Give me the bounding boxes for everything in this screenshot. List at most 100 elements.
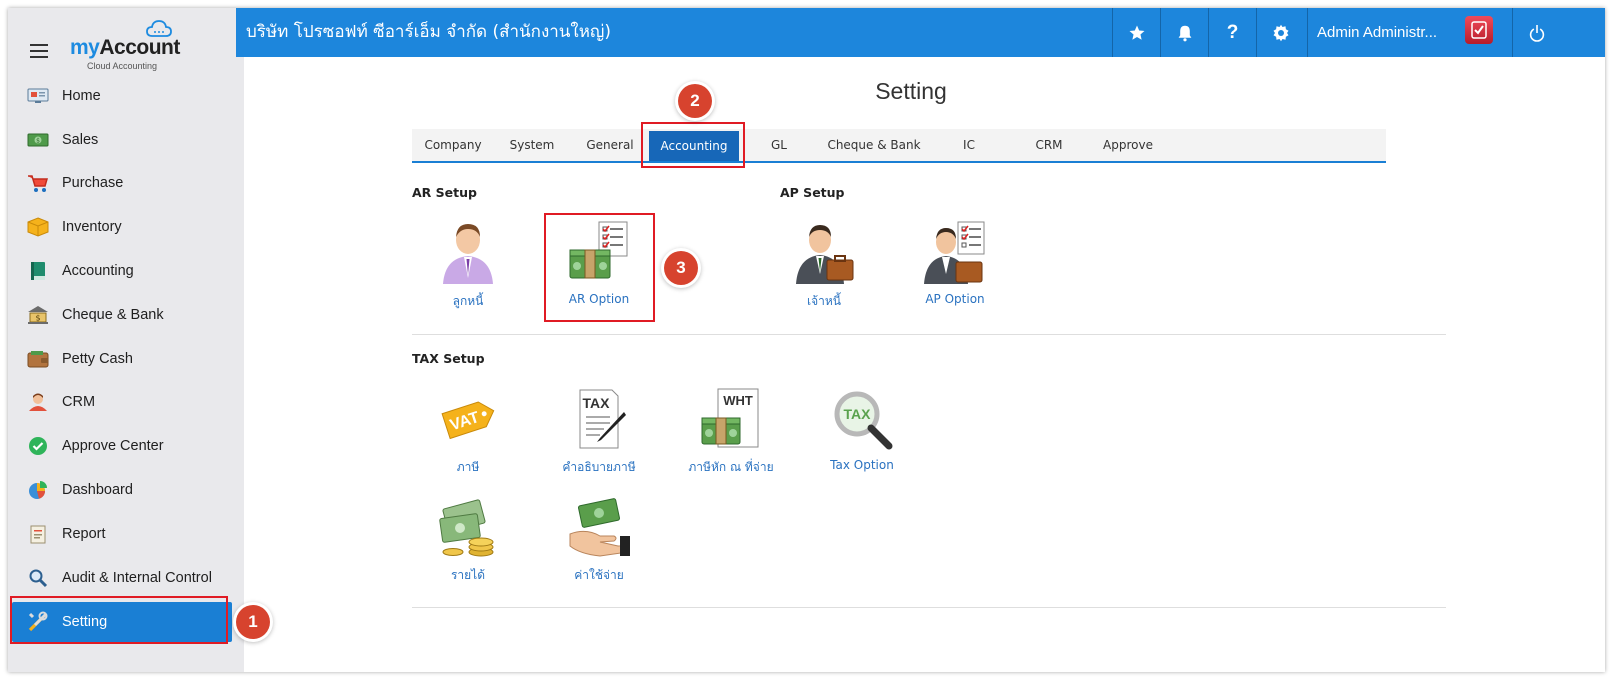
supplier-checklist-icon: [920, 218, 990, 288]
tax-vat-option[interactable]: VAT ภาษี: [413, 384, 523, 477]
favorite-button[interactable]: [1112, 8, 1160, 57]
bell-icon: [1178, 25, 1191, 41]
sidebar-item-inventory[interactable]: Inventory: [8, 205, 244, 249]
expense-option[interactable]: ค่าใช้จ่าย: [544, 492, 654, 585]
cart-icon: [26, 172, 50, 194]
vat-tag-icon: VAT: [433, 384, 503, 454]
step-badge-2: 2: [678, 84, 712, 118]
company-name: บริษัท โปรซอฟท์ ซีอาร์เอ็ม จำกัด (สำนักง…: [246, 22, 612, 42]
section-divider: [412, 334, 1446, 335]
option-label: ภาษี: [456, 460, 480, 474]
customer-person-icon: [433, 218, 503, 288]
tab-company[interactable]: Company: [412, 129, 494, 161]
option-label: เจ้าหนี้: [807, 294, 841, 308]
sidebar-item-label: CRM: [62, 394, 96, 411]
tab-crm[interactable]: CRM: [1009, 129, 1089, 161]
shield-check-icon: [1471, 21, 1487, 39]
settings-tabs: Company System General Accounting GL Che…: [412, 129, 1386, 163]
power-icon: [1529, 24, 1544, 42]
option-label: รายได้: [450, 568, 486, 582]
tab-general[interactable]: General: [570, 129, 650, 161]
highlight-ar-option: [544, 213, 655, 322]
ar-setup-heading: AR Setup: [412, 185, 477, 200]
option-label: AP Option: [925, 292, 985, 306]
sidebar-item-report[interactable]: Report: [8, 512, 244, 556]
tab-system[interactable]: System: [494, 129, 570, 161]
notification-button[interactable]: [1160, 8, 1208, 57]
sidebar-item-approve-center[interactable]: Approve Center: [8, 424, 244, 468]
tab-gl[interactable]: GL: [739, 129, 819, 161]
user-name: Admin Administr...: [1317, 24, 1438, 41]
hamburger-menu-icon[interactable]: [30, 44, 48, 58]
section-divider: [412, 607, 1446, 608]
sidebar-item-home[interactable]: Home: [8, 74, 244, 118]
option-label: Tax Option: [830, 458, 894, 472]
ar-customer-option[interactable]: ลูกหนี้: [413, 218, 523, 311]
highlight-setting: [10, 596, 228, 644]
sidebar-item-accounting[interactable]: Accounting: [8, 249, 244, 293]
help-button[interactable]: ?: [1208, 8, 1256, 57]
sidebar-item-label: Petty Cash: [62, 350, 133, 367]
top-bar: บริษัท โปรซอฟท์ ซีอาร์เอ็ม จำกัด (สำนักง…: [236, 8, 1605, 57]
sidebar-item-purchase[interactable]: Purchase: [8, 162, 244, 206]
svg-text:WHT: WHT: [723, 393, 753, 408]
sidebar-item-label: Accounting: [62, 263, 134, 280]
person-icon: [26, 391, 50, 413]
sidebar-item-label: Purchase: [62, 175, 124, 192]
tax-setup-heading: TAX Setup: [412, 351, 485, 366]
report-icon: [26, 523, 50, 545]
sidebar-item-label: Report: [62, 525, 106, 542]
supplier-briefcase-icon: [789, 218, 859, 288]
svg-text:TAX: TAX: [844, 406, 872, 422]
highlight-accounting-tab: [641, 122, 745, 168]
sidebar-item-crm[interactable]: CRM: [8, 381, 244, 425]
sidebar-item-label: Dashboard: [62, 482, 133, 499]
ap-setup-heading: AP Setup: [780, 185, 845, 200]
magnifier-icon: [26, 567, 50, 589]
user-menu[interactable]: Admin Administr...: [1307, 8, 1505, 57]
page-title: Setting: [875, 78, 947, 104]
tax-option[interactable]: TAX Tax Option: [807, 384, 917, 472]
star-icon: [1129, 25, 1144, 40]
svg-text:$: $: [35, 313, 40, 322]
pie-chart-icon: [26, 479, 50, 501]
sidebar-nav: Home $ Sales Purchase Inventory Accounti…: [8, 74, 244, 642]
tax-description-option[interactable]: TAX คำอธิบายภาษี: [544, 384, 654, 477]
wht-money-icon: WHT: [696, 384, 766, 454]
settings-button[interactable]: [1256, 8, 1304, 57]
option-label: ลูกหนี้: [452, 294, 484, 308]
income-money-icon: [433, 492, 503, 562]
step-badge-3: 3: [664, 251, 698, 285]
app-logo[interactable]: myAccount Cloud Accounting: [70, 20, 190, 72]
option-label: คำอธิบายภาษี: [562, 460, 636, 474]
tab-cheque-bank[interactable]: Cheque & Bank: [819, 129, 929, 161]
ap-option[interactable]: AP Option: [900, 218, 1010, 306]
sidebar-item-cheque-bank[interactable]: $ Cheque & Bank: [8, 293, 244, 337]
option-label: ภาษีหัก ณ ที่จ่าย: [688, 460, 774, 474]
logo-subtitle: Cloud Accounting: [87, 61, 158, 71]
box-icon: [26, 216, 50, 238]
income-option[interactable]: รายได้: [413, 492, 523, 585]
bank-icon: $: [26, 304, 50, 326]
user-avatar: [1465, 16, 1493, 44]
wallet-icon: [26, 348, 50, 370]
sidebar-item-petty-cash[interactable]: Petty Cash: [8, 337, 244, 381]
logo-text: myAccount: [70, 36, 180, 59]
check-circle-icon: [26, 435, 50, 457]
sidebar-item-label: Inventory: [62, 219, 122, 236]
book-icon: [26, 260, 50, 282]
help-icon: ?: [1226, 21, 1239, 43]
sidebar-item-label: Sales: [62, 131, 99, 148]
sidebar-item-label: Home: [62, 87, 101, 104]
logout-button[interactable]: [1512, 8, 1560, 57]
sidebar-item-sales[interactable]: $ Sales: [8, 118, 244, 162]
tab-approve[interactable]: Approve: [1089, 129, 1167, 161]
sidebar-item-label: Audit & Internal Control: [62, 569, 212, 586]
sidebar-item-audit[interactable]: Audit & Internal Control: [8, 556, 244, 600]
ap-supplier-option[interactable]: เจ้าหนี้: [769, 218, 879, 311]
sidebar-item-dashboard[interactable]: Dashboard: [8, 468, 244, 512]
tab-ic[interactable]: IC: [929, 129, 1009, 161]
option-label: ค่าใช้จ่าย: [574, 568, 624, 582]
tax-wht-option[interactable]: WHT ภาษีหัก ณ ที่จ่าย: [676, 384, 786, 477]
sidebar-item-label: Cheque & Bank: [62, 306, 164, 323]
